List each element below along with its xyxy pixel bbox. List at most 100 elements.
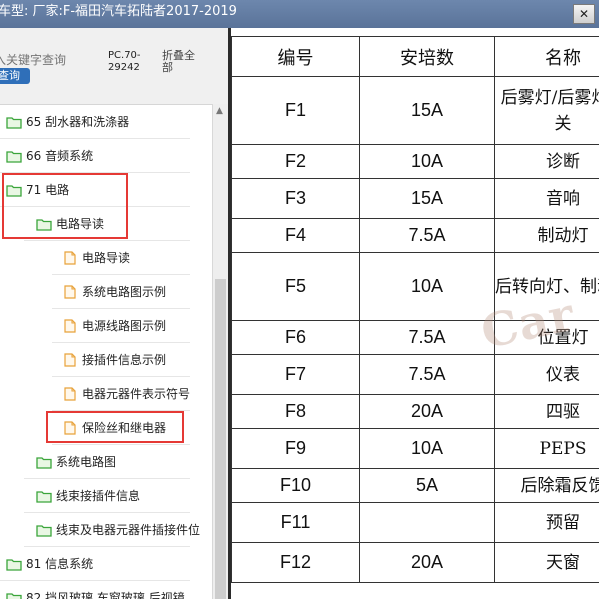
document-view: 编号 安培数 名称 F115A后雾灯/后雾灯开关F210A诊断F315A音响F4… [228,28,599,599]
table-row: F510A后转向灯、制动灯 [231,252,599,321]
table-row: F115A后雾灯/后雾灯开关 [231,76,599,145]
fuse-name-cell: 诊断 [494,144,599,179]
tree-item-label: 81 信息系统 [26,557,94,571]
tree-item[interactable]: 电源线路图示例 [0,309,212,343]
fuse-number-cell: F3 [231,178,360,219]
fuse-number-cell: F9 [231,428,360,469]
scroll-up-icon[interactable]: ▲ [216,106,226,116]
table-row: F3 15A 音响 [231,178,599,219]
fuse-name-cell: 四驱 [494,394,599,429]
window-title: 车型: 厂家:F-福田汽车拓陆者2017-2019 [0,4,237,19]
fuse-name-cell: 预留 [494,502,599,543]
tree-item-label: 系统电路图示例 [82,285,167,299]
fuse-number-cell: F11 [231,502,360,543]
search-input[interactable] [0,50,102,70]
fuse-name-cell: 后转向灯、制动灯 [494,252,599,321]
title-bar: 车型: 厂家:F-福田汽车拓陆者2017-2019 ✕ [0,0,599,28]
document-icon [62,251,78,265]
tree-item-label: 电源线路图示例 [82,319,167,333]
table-row: F4 7.5A 制动灯 [231,218,599,253]
fuse-number-cell: F4 [231,218,360,253]
fuse-table: 编号 安培数 名称 F115A后雾灯/后雾灯开关F210A诊断F315A音响F4… [231,36,599,583]
amperage-cell: 10A [359,144,495,179]
tree-item-label: 65 刮水器和洗涤器 [26,115,130,129]
tree-item[interactable]: 接插件信息示例 [0,343,212,377]
tree-item[interactable]: 电路导读 [0,241,212,275]
amperage-cell: 7.5A [359,354,495,395]
tree-item-label: 系统电路图 [56,455,117,469]
query-button[interactable]: 查询 [0,68,30,84]
fuse-number-cell: F8 [231,394,360,429]
tree-item[interactable]: 82 挡风玻璃,车窗玻璃,后视镜 [0,581,212,599]
fuse-name-cell: 仪表 [494,354,599,395]
fuse-number-cell: F6 [231,320,360,355]
table-row: F10 5A 后除霜反馈 [231,468,599,503]
table-row: F6 7.5A 位置灯 [231,320,599,355]
fuse-name-cell: 位置灯 [494,320,599,355]
table-row: F12 20A 天窗 [231,542,599,583]
fuse-name-cell: 制动灯 [494,218,599,253]
highlight-box-circuit [2,173,128,239]
tree-item[interactable]: 66 音频系统 [0,139,212,173]
fuse-name-cell: PEPS [494,428,599,469]
vertical-scrollbar[interactable]: ▲ [212,104,228,599]
folder-icon [6,557,22,571]
folder-icon [36,523,52,537]
amperage-cell: 7.5A [359,218,495,253]
tree-item[interactable]: 81 信息系统 [0,547,212,581]
table-row: F7 7.5A 仪表 [231,354,599,395]
tree-item-label: 电路导读 [82,251,131,265]
close-window-button[interactable]: ✕ [573,4,595,24]
collapse-all-button[interactable]: 折叠全部 [162,50,204,74]
amperage-cell: 15A [359,178,495,219]
amperage-cell: 20A [359,394,495,429]
tree-item-label: 接插件信息示例 [82,353,167,367]
amperage-cell: 5A [359,468,495,503]
tree-item-label: 82 挡风玻璃,车窗玻璃,后视镜 [26,591,185,599]
tree-item-label: 66 音频系统 [26,149,94,163]
fuse-name-cell: 后雾灯/后雾灯开关 [494,76,599,145]
document-icon [62,285,78,299]
highlight-box-fuse-relay [46,411,184,443]
folder-icon [36,489,52,503]
folder-icon [6,149,22,163]
pc-code-label: PC.70-29242 [108,50,141,73]
header-name: 名称 [494,36,599,77]
tree-item[interactable]: 线束接插件信息 [0,479,212,513]
table-row: F8 20A 四驱 [231,394,599,429]
tree-item[interactable]: 65 刮水器和洗涤器 [0,105,212,139]
fuse-name-cell: 天窗 [494,542,599,583]
navigation-tree: 65 刮水器和洗涤器 66 音频系统 71 电路 电路导读 电路导读 系统电路图示例 电源线… [0,104,212,599]
amperage-cell: 15A [359,76,495,145]
document-icon [62,353,78,367]
tree-item[interactable]: 系统电路图示例 [0,275,212,309]
tree-item[interactable]: 线束及电器元器件插接件位 [0,513,212,547]
folder-icon [36,455,52,469]
amperage-cell: 10A [359,428,495,469]
tree-item[interactable]: 电器元器件表示符号 [0,377,212,411]
document-icon [62,319,78,333]
amperage-cell: 10A [359,252,495,321]
header-amperage: 安培数 [359,36,495,77]
amperage-cell [359,502,495,543]
amperage-cell: 7.5A [359,320,495,355]
tree-item-label: 线束接插件信息 [56,489,141,503]
fuse-number-cell: F1 [231,76,360,145]
tree-item[interactable]: 系统电路图 [0,445,212,479]
left-panel: 查询 PC.70-29242 折叠全部 65 刮水器和洗涤器66 音频系统71 … [0,28,228,599]
amperage-cell: 20A [359,542,495,583]
table-row: F11 预留 [231,502,599,543]
table-row: F9 10A PEPS [231,428,599,469]
fuse-number-cell: F12 [231,542,360,583]
scrollbar-thumb[interactable] [215,279,226,599]
folder-icon [6,591,22,599]
fuse-number-cell: F2 [231,144,360,179]
tree-item-label: 线束及电器元器件插接件位 [56,523,201,537]
folder-icon [6,115,22,129]
header-number: 编号 [231,36,360,77]
fuse-name-cell: 音响 [494,178,599,219]
table-row: F2 10A 诊断 [231,144,599,179]
document-icon [62,387,78,401]
tree-item-label: 电器元器件表示符号 [82,387,191,401]
table-header-row: 编号 安培数 名称 [231,36,599,77]
